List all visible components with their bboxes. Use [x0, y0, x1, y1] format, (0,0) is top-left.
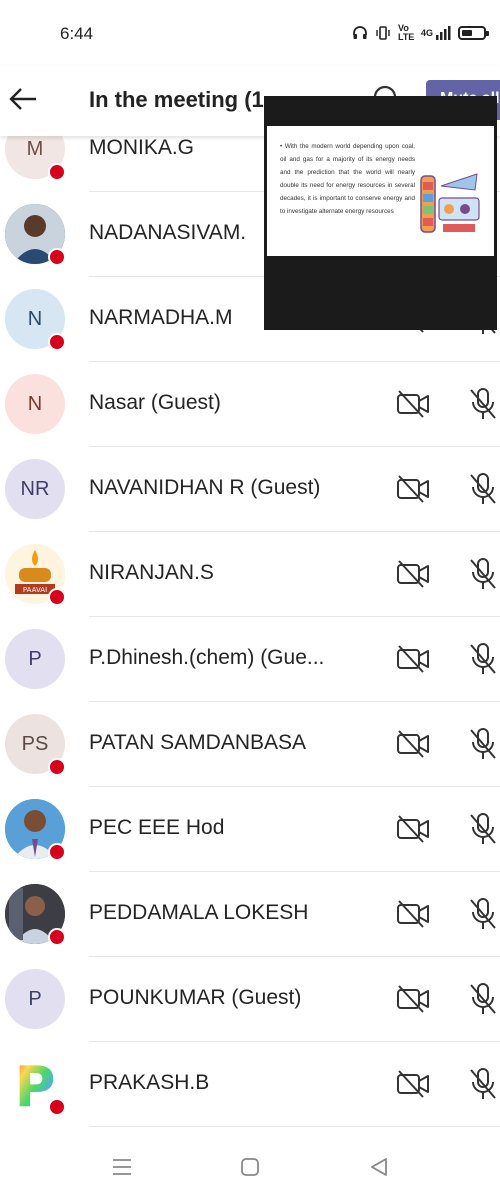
- participant-name: NAVANIDHAN R (Guest): [89, 476, 321, 499]
- avatar-initials: M: [26, 137, 44, 160]
- participant-name: NIRANJAN.S: [89, 561, 214, 584]
- mic-off-icon[interactable]: [467, 386, 499, 422]
- camera-off-icon: [396, 388, 430, 420]
- status-bar: 6:44 Vo LTE 4G: [0, 0, 500, 66]
- headset-icon: [352, 25, 368, 41]
- participant-name: NADANASIVAM.: [89, 221, 247, 244]
- network-type-label: 4G: [420, 27, 433, 38]
- avatar-initials: NR: [20, 477, 50, 500]
- avatar: PAAVAI: [5, 544, 66, 606]
- presence-busy-indicator: [48, 163, 66, 181]
- home-icon: [241, 1158, 259, 1176]
- avatar-initials: N: [27, 392, 43, 415]
- avatar: P: [5, 629, 65, 689]
- avatar: P: [5, 969, 65, 1029]
- presence-busy-indicator: [48, 928, 66, 946]
- presence-busy-indicator: [48, 1098, 66, 1116]
- participant-row[interactable]: PAAVAI NIRANJAN.S: [0, 532, 500, 617]
- status-time: 6:44: [60, 24, 94, 43]
- avatar-initials: N: [27, 307, 43, 330]
- mic-off-icon[interactable]: [467, 556, 499, 592]
- recents-button[interactable]: [107, 1152, 137, 1182]
- avatar: N: [5, 374, 65, 434]
- slide-text: • With the modern world depending upon c…: [280, 143, 415, 215]
- presence-busy-indicator: [48, 588, 66, 606]
- back-button[interactable]: [6, 82, 40, 116]
- avatar: N: [5, 289, 66, 351]
- participant-row[interactable]: N Nasar (Guest): [0, 362, 500, 447]
- vibrate-icon: [375, 25, 391, 41]
- camera-off-icon: [396, 898, 430, 930]
- participant-name: PATAN SAMDANBASA: [89, 731, 307, 754]
- avatar: P: [5, 1054, 66, 1116]
- mic-off-icon[interactable]: [467, 811, 499, 847]
- mic-off-icon[interactable]: [467, 641, 499, 677]
- participant-row[interactable]: P PRAKASH.B: [0, 1042, 500, 1127]
- avatar: [5, 204, 66, 266]
- participant-name: POUNKUMAR (Guest): [89, 986, 302, 1009]
- camera-off-icon: [396, 728, 430, 760]
- 4g-signal-icon: 4G: [421, 25, 451, 41]
- camera-off-icon: [396, 558, 430, 590]
- avatar-initials: PS: [21, 732, 49, 755]
- svg-text:PAAVAI: PAAVAI: [23, 586, 47, 594]
- page-title: In the meeting (1: [89, 87, 264, 112]
- avatar: NR: [5, 459, 65, 519]
- avatar-initials: P: [28, 647, 42, 670]
- avatar: PS: [5, 714, 66, 776]
- participant-name: NARMADHA.M: [89, 306, 233, 329]
- shared-screen-preview[interactable]: • With the modern world depending upon c…: [264, 96, 497, 330]
- presence-busy-indicator: [48, 758, 66, 776]
- participant-row[interactable]: P P.Dhinesh.(chem) (Gue...: [0, 617, 500, 702]
- presence-busy-indicator: [48, 248, 66, 266]
- camera-off-icon: [396, 473, 430, 505]
- presence-busy-indicator: [48, 843, 66, 861]
- avatar-initials: P: [28, 987, 42, 1010]
- participant-name: P.Dhinesh.(chem) (Gue...: [89, 646, 325, 669]
- participant-name: PEDDAMALA LOKESH: [89, 901, 309, 924]
- participant-row[interactable]: PS PATAN SAMDANBASA: [0, 702, 500, 787]
- participant-row[interactable]: P POUNKUMAR (Guest): [0, 957, 500, 1042]
- participant-name: MONIKA.G: [89, 136, 195, 159]
- participant-row[interactable]: PEC EEE Hod: [0, 787, 500, 872]
- status-icons: Vo LTE 4G: [352, 23, 489, 42]
- camera-off-icon: [396, 1068, 430, 1100]
- back-nav-button[interactable]: [364, 1152, 394, 1182]
- volte-icon: Vo LTE: [397, 23, 415, 42]
- camera-off-icon: [396, 983, 430, 1015]
- mic-off-icon[interactable]: [467, 896, 499, 932]
- back-arrow-icon: [9, 88, 36, 110]
- battery-icon: [458, 26, 489, 40]
- mic-off-icon[interactable]: [467, 981, 499, 1017]
- participant-row[interactable]: PEDDAMALA LOKESH: [0, 872, 500, 957]
- participant-name: PEC EEE Hod: [89, 816, 225, 839]
- energy-illustration-icon: [420, 173, 480, 233]
- back-triangle-icon: [371, 1158, 387, 1176]
- mic-off-icon[interactable]: [467, 726, 499, 762]
- participant-row[interactable]: NR NAVANIDHAN R (Guest): [0, 447, 500, 532]
- presence-busy-indicator: [48, 333, 66, 351]
- mic-off-icon[interactable]: [467, 471, 499, 507]
- home-button[interactable]: [235, 1152, 265, 1182]
- camera-off-icon: [396, 643, 430, 675]
- presentation-slide: • With the modern world depending upon c…: [267, 126, 494, 256]
- menu-icon: [113, 1159, 131, 1175]
- participant-name: Nasar (Guest): [89, 391, 221, 414]
- participant-name: PRAKASH.B: [89, 1071, 210, 1094]
- avatar: [5, 884, 66, 946]
- mic-off-icon[interactable]: [467, 1066, 499, 1102]
- system-nav-bar: [0, 1130, 500, 1200]
- avatar: [5, 799, 66, 861]
- camera-off-icon: [396, 813, 430, 845]
